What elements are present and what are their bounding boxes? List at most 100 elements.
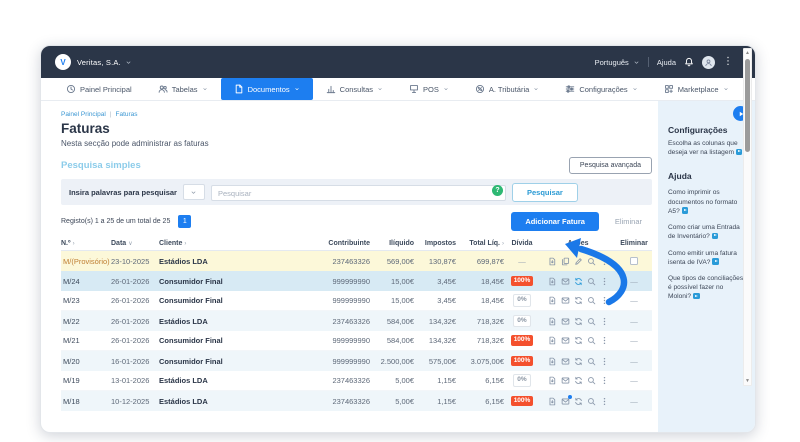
menu-item-documentos[interactable]: Documentos — [221, 78, 313, 100]
search-icon[interactable] — [587, 357, 596, 366]
convert-icon[interactable] — [574, 277, 583, 286]
kebab-icon[interactable] — [600, 277, 609, 286]
table-row[interactable]: M/1810-12-2025Estádios LDA2374633265,00€… — [61, 391, 652, 411]
table-row[interactable]: M/2016-01-2026Consumidor Final9999999902… — [61, 351, 652, 371]
scrollbar-thumb[interactable] — [745, 59, 750, 152]
email-icon[interactable] — [561, 277, 570, 286]
chevron-down-icon[interactable] — [125, 59, 132, 66]
column-header-contribuinte[interactable]: Contribuinte — [310, 240, 370, 247]
cell-cliente[interactable]: Consumidor Final — [159, 357, 310, 366]
search-icon[interactable] — [587, 336, 596, 345]
column-header-divida[interactable]: Dívida — [504, 240, 540, 247]
table-row[interactable]: M/2426-01-2026Consumidor Final9999999901… — [61, 271, 652, 291]
email-icon[interactable] — [561, 376, 570, 385]
table-row[interactable]: M/(Provisório)23-10-2025Estádios LDA2374… — [61, 251, 652, 271]
menu-item-configuracoes[interactable]: Configurações — [552, 78, 650, 100]
column-header-eliminar[interactable]: Eliminar — [616, 240, 652, 247]
cell-numero[interactable]: M/20 — [61, 357, 111, 366]
column-header-cliente[interactable]: Cliente› — [159, 240, 310, 247]
search-icon[interactable] — [587, 296, 596, 305]
menu-item-marketplace[interactable]: Marketplace — [651, 78, 742, 100]
kebab-icon[interactable] — [600, 357, 609, 366]
cell-cliente[interactable]: Consumidor Final — [159, 277, 310, 286]
cell-numero[interactable]: M/24 — [61, 277, 111, 286]
bell-icon[interactable] — [684, 57, 694, 67]
convert-icon[interactable] — [574, 317, 583, 326]
kebab-icon[interactable] — [600, 336, 609, 345]
search-button[interactable]: Pesquisar — [512, 183, 578, 202]
search-icon[interactable] — [587, 397, 596, 406]
menu-item-painel-principal[interactable]: Painel Principal — [53, 78, 145, 100]
search-type-select[interactable] — [183, 184, 205, 200]
kebab-icon[interactable] — [600, 296, 609, 305]
kebab-icon[interactable] — [600, 376, 609, 385]
convert-icon[interactable] — [574, 296, 583, 305]
cell-numero[interactable]: M/21 — [61, 336, 111, 345]
email-icon[interactable] — [561, 397, 570, 406]
avatar[interactable] — [702, 56, 715, 69]
cell-numero[interactable]: M/19 — [61, 376, 111, 385]
cell-cliente[interactable]: Estádios LDA — [159, 317, 310, 326]
help-link[interactable]: Que tipos de conciliações é possível faz… — [668, 274, 746, 302]
kebab-menu-icon[interactable]: ⋮ — [723, 57, 733, 67]
column-header-impostos[interactable]: Impostos — [414, 240, 456, 247]
cell-numero[interactable]: M/23 — [61, 296, 111, 305]
cell-cliente[interactable]: Estádios LDA — [159, 376, 310, 385]
kebab-icon[interactable] — [600, 257, 609, 266]
download-icon[interactable] — [548, 336, 557, 345]
language-selector[interactable]: Português — [595, 58, 640, 67]
help-link[interactable]: Como imprimir os documentos no formato A… — [668, 188, 746, 216]
cell-cliente[interactable]: Estádios LDA — [159, 397, 310, 406]
breadcrumb-faturas[interactable]: Faturas — [116, 111, 138, 118]
column-header-acoes[interactable]: Ações — [540, 240, 616, 247]
cell-cliente[interactable]: Consumidor Final — [159, 336, 310, 345]
help-link[interactable]: Ajuda — [657, 58, 676, 67]
sidebar-config-text[interactable]: Escolha as colunas que deseja ver na lis… — [668, 139, 746, 157]
menu-item-pos[interactable]: POS — [396, 78, 462, 100]
convert-icon[interactable] — [574, 336, 583, 345]
delete-checkbox[interactable] — [630, 257, 638, 265]
duplicate-icon[interactable] — [561, 257, 570, 266]
convert-icon[interactable] — [574, 376, 583, 385]
column-header-iliquido[interactable]: Ilíquido — [370, 240, 414, 247]
cell-numero[interactable]: M/(Provisório) — [61, 257, 111, 266]
search-icon[interactable] — [587, 376, 596, 385]
delete-link[interactable]: Eliminar — [615, 217, 642, 226]
table-row[interactable]: M/2126-01-2026Consumidor Final9999999905… — [61, 331, 652, 351]
menu-item-a-tributaria[interactable]: A. Tributária — [462, 78, 552, 100]
email-icon[interactable] — [561, 336, 570, 345]
advanced-search-button[interactable]: Pesquisa avançada — [569, 157, 652, 174]
pagination-page-1[interactable]: 1 — [178, 215, 191, 228]
email-icon[interactable] — [561, 357, 570, 366]
add-invoice-button[interactable]: Adicionar Fatura — [511, 212, 599, 231]
column-header-n[interactable]: N.º› — [61, 240, 111, 247]
download-icon[interactable] — [548, 376, 557, 385]
kebab-icon[interactable] — [600, 317, 609, 326]
download-icon[interactable] — [548, 296, 557, 305]
search-icon[interactable] — [587, 317, 596, 326]
table-row[interactable]: M/2226-01-2026Estádios LDA237463326584,0… — [61, 311, 652, 331]
download-icon[interactable] — [548, 277, 557, 286]
vertical-scrollbar[interactable]: ▲ ▼ — [743, 48, 752, 386]
menu-item-tabelas[interactable]: Tabelas — [145, 78, 221, 100]
search-icon[interactable] — [587, 257, 596, 266]
convert-icon[interactable] — [574, 397, 583, 406]
scroll-down-icon[interactable]: ▼ — [744, 378, 751, 384]
edit-icon[interactable] — [574, 257, 583, 266]
download-icon[interactable] — [548, 317, 557, 326]
cell-numero[interactable]: M/18 — [61, 397, 111, 406]
company-name[interactable]: Veritas, S.A. — [77, 58, 121, 67]
scroll-up-icon[interactable]: ▲ — [744, 50, 751, 56]
column-header-data[interactable]: Data∨ — [111, 240, 159, 247]
help-link[interactable]: Como criar uma Entrada de Inventário? — [668, 223, 746, 241]
breadcrumb-painel-principal[interactable]: Painel Principal — [61, 111, 106, 118]
download-icon[interactable] — [548, 257, 557, 266]
search-icon[interactable] — [587, 277, 596, 286]
email-icon[interactable] — [561, 296, 570, 305]
download-icon[interactable] — [548, 357, 557, 366]
convert-icon[interactable] — [574, 357, 583, 366]
download-icon[interactable] — [548, 397, 557, 406]
menu-item-consultas[interactable]: Consultas — [313, 78, 396, 100]
table-row[interactable]: M/1913-01-2026Estádios LDA2374633265,00€… — [61, 371, 652, 391]
search-input[interactable] — [211, 185, 506, 201]
